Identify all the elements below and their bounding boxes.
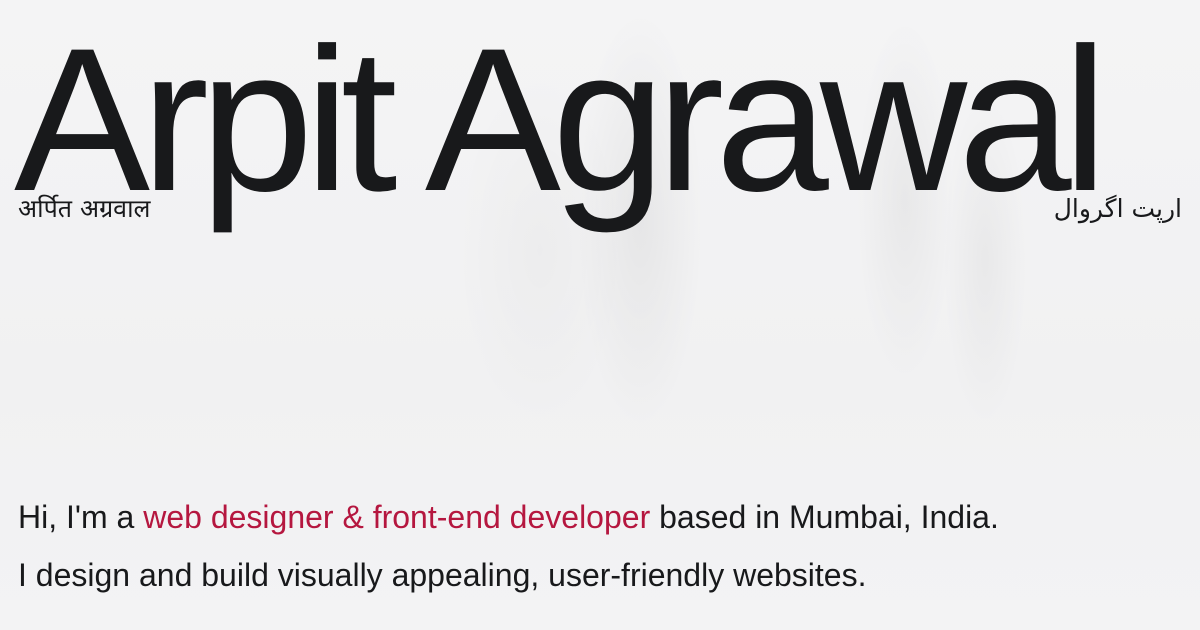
- name-urdu: ارپت اگروال: [1053, 194, 1182, 223]
- hero-name: Arpit Agrawal: [14, 6, 1108, 234]
- intro-line-1-suffix: based in Mumbai, India.: [650, 499, 999, 535]
- intro-line-1-prefix: Hi, I'm a: [18, 499, 144, 535]
- intro-text: Hi, I'm a web designer & front-end devel…: [18, 488, 1188, 604]
- intro-line-2: I design and build visually appealing, u…: [18, 557, 867, 593]
- role-highlight: web designer & front-end developer: [143, 499, 651, 535]
- name-hindi: अर्पित अग्रवाल: [18, 194, 151, 223]
- intro-line-1: Hi, I'm a web designer & front-end devel…: [18, 488, 1188, 546]
